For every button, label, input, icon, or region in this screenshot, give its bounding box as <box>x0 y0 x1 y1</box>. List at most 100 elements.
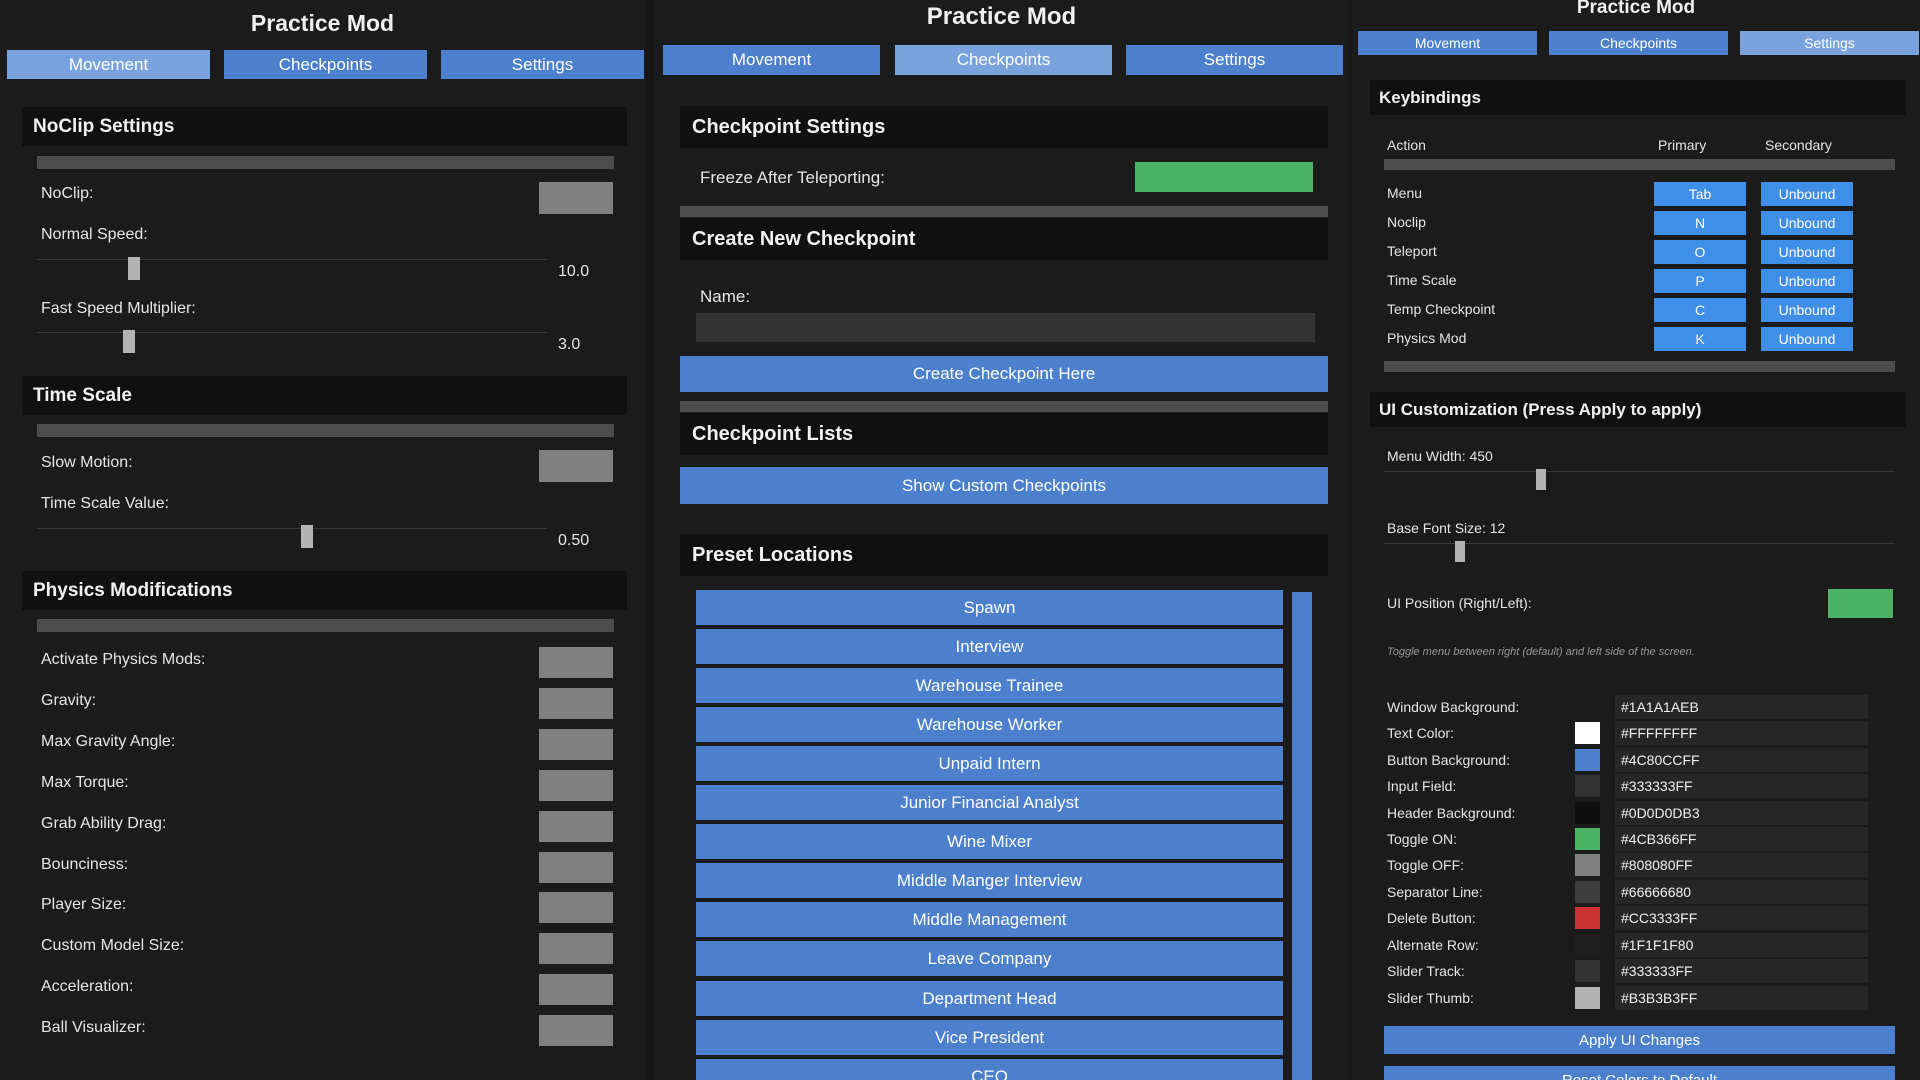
tab-movement[interactable]: Movement <box>7 50 210 79</box>
color-swatch[interactable] <box>1575 854 1600 876</box>
tab-movement[interactable]: Movement <box>663 45 880 75</box>
binding-secondary-button[interactable]: Unbound <box>1761 298 1853 322</box>
tab-checkpoints[interactable]: Checkpoints <box>224 50 427 79</box>
physics-item-toggle[interactable] <box>539 1015 613 1046</box>
physics-item-label: Activate Physics Mods: <box>41 651 206 668</box>
slow-motion-toggle[interactable] <box>539 450 613 482</box>
physics-item-label: Custom Model Size: <box>41 937 185 954</box>
tab-settings[interactable]: Settings <box>1740 31 1919 55</box>
color-swatch[interactable] <box>1575 775 1600 797</box>
binding-primary-button[interactable]: N <box>1654 211 1746 235</box>
noclip-settings-header: NoClip Settings <box>22 107 627 146</box>
separator <box>680 206 1328 217</box>
tab-settings[interactable]: Settings <box>441 50 644 79</box>
binding-primary-button[interactable]: Tab <box>1654 182 1746 206</box>
binding-action: Teleport <box>1387 243 1437 259</box>
preset-location-button[interactable]: Middle Management <box>696 902 1283 937</box>
ui-position-hint: Toggle menu between right (default) and … <box>1387 646 1695 658</box>
ui-position-toggle[interactable] <box>1828 589 1893 618</box>
binding-action: Time Scale <box>1387 272 1457 288</box>
noclip-toggle[interactable] <box>539 182 613 214</box>
time-scale-header: Time Scale <box>22 376 627 415</box>
name-label: Name: <box>700 287 751 306</box>
tab-checkpoints[interactable]: Checkpoints <box>1549 31 1728 55</box>
binding-primary-button[interactable]: K <box>1654 327 1746 351</box>
tab-checkpoints[interactable]: Checkpoints <box>895 45 1112 75</box>
tab-bar: Movement Checkpoints Settings <box>1358 31 1919 55</box>
color-hex-input[interactable] <box>1615 880 1868 904</box>
color-hex-input[interactable] <box>1615 933 1868 957</box>
preset-location-button[interactable]: Warehouse Worker <box>696 707 1283 742</box>
color-label: Input Field: <box>1387 778 1457 794</box>
physics-item-toggle[interactable] <box>539 933 613 964</box>
binding-secondary-button[interactable]: Unbound <box>1761 269 1853 293</box>
binding-secondary-button[interactable]: Unbound <box>1761 182 1853 206</box>
binding-primary-button[interactable]: O <box>1654 240 1746 264</box>
color-swatch[interactable] <box>1575 907 1600 929</box>
preset-list-scrollbar[interactable] <box>1292 592 1312 1080</box>
color-swatch[interactable] <box>1575 722 1600 744</box>
preset-location-button[interactable]: Junior Financial Analyst <box>696 785 1283 820</box>
binding-primary-button[interactable]: C <box>1654 298 1746 322</box>
reset-colors-button[interactable]: Reset Colors to Default <box>1384 1066 1895 1080</box>
physics-item-toggle[interactable] <box>539 770 613 801</box>
color-swatch[interactable] <box>1575 749 1600 771</box>
font-size-thumb[interactable] <box>1455 541 1465 562</box>
preset-location-button[interactable]: Warehouse Trainee <box>696 668 1283 703</box>
physics-item-toggle[interactable] <box>539 852 613 883</box>
color-hex-input[interactable] <box>1615 695 1868 719</box>
preset-location-button[interactable]: Spawn <box>696 590 1283 625</box>
physics-item-label: Ball Visualizer: <box>41 1019 146 1036</box>
color-swatch[interactable] <box>1575 934 1600 956</box>
color-label: Toggle OFF: <box>1387 857 1465 873</box>
color-swatch[interactable] <box>1575 987 1600 1009</box>
normal-speed-thumb[interactable] <box>128 257 140 280</box>
color-hex-input[interactable] <box>1615 959 1868 983</box>
physics-item-toggle[interactable] <box>539 729 613 760</box>
color-hex-input[interactable] <box>1615 906 1868 930</box>
freeze-toggle[interactable] <box>1135 162 1313 192</box>
checkpoint-name-input[interactable] <box>696 313 1315 342</box>
physics-item-toggle[interactable] <box>539 688 613 719</box>
color-label: Alternate Row: <box>1387 937 1479 953</box>
physics-item-toggle[interactable] <box>539 892 613 923</box>
binding-secondary-button[interactable]: Unbound <box>1761 211 1853 235</box>
show-custom-checkpoints-button[interactable]: Show Custom Checkpoints <box>680 467 1328 504</box>
preset-location-button[interactable]: Interview <box>696 629 1283 664</box>
menu-width-thumb[interactable] <box>1536 469 1546 490</box>
tab-settings[interactable]: Settings <box>1126 45 1343 75</box>
physics-item-toggle[interactable] <box>539 647 613 678</box>
time-scale-thumb[interactable] <box>301 525 313 548</box>
preset-location-button[interactable]: Leave Company <box>696 941 1283 976</box>
color-hex-input[interactable] <box>1615 774 1868 798</box>
binding-secondary-button[interactable]: Unbound <box>1761 327 1853 351</box>
create-checkpoint-button[interactable]: Create Checkpoint Here <box>680 356 1328 392</box>
preset-location-button[interactable]: Vice President <box>696 1020 1283 1055</box>
physics-item-toggle[interactable] <box>539 974 613 1005</box>
color-hex-input[interactable] <box>1615 827 1868 851</box>
preset-location-button[interactable]: Wine Mixer <box>696 824 1283 859</box>
movement-panel: Practice Mod Movement Checkpoints Settin… <box>0 0 645 1080</box>
tab-movement[interactable]: Movement <box>1358 31 1537 55</box>
color-hex-input[interactable] <box>1615 986 1868 1010</box>
preset-location-button[interactable]: Middle Manger Interview <box>696 863 1283 898</box>
binding-secondary-button[interactable]: Unbound <box>1761 240 1853 264</box>
physics-item-toggle[interactable] <box>539 811 613 842</box>
color-swatch[interactable] <box>1575 696 1600 718</box>
color-hex-input[interactable] <box>1615 748 1868 772</box>
preset-location-button[interactable]: Unpaid Intern <box>696 746 1283 781</box>
color-swatch[interactable] <box>1575 828 1600 850</box>
color-swatch[interactable] <box>1575 960 1600 982</box>
color-hex-input[interactable] <box>1615 853 1868 877</box>
color-swatch[interactable] <box>1575 802 1600 824</box>
color-hex-input[interactable] <box>1615 801 1868 825</box>
binding-primary-button[interactable]: P <box>1654 269 1746 293</box>
color-swatch[interactable] <box>1575 881 1600 903</box>
apply-ui-changes-button[interactable]: Apply UI Changes <box>1384 1026 1895 1054</box>
color-hex-input[interactable] <box>1615 721 1868 745</box>
fast-speed-thumb[interactable] <box>123 330 135 353</box>
preset-location-button[interactable]: Department Head <box>696 981 1283 1016</box>
menu-width-track <box>1384 471 1895 472</box>
noclip-label: NoClip: <box>41 185 94 202</box>
preset-location-button[interactable]: CEO <box>696 1059 1283 1080</box>
